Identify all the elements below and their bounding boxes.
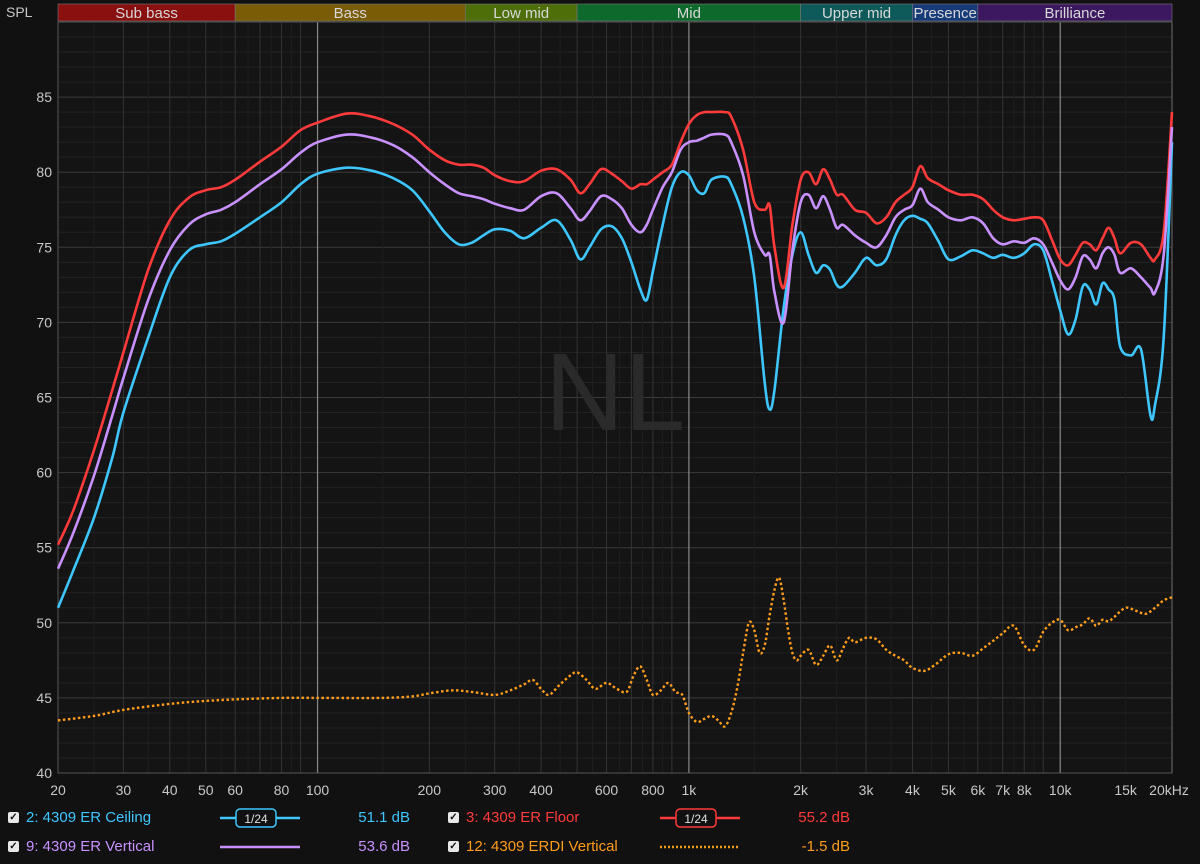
checkbox-icon[interactable]: ✓ — [8, 841, 19, 852]
watermark: NL — [545, 331, 686, 454]
legend-item-ceiling[interactable]: ✓ 2: 4309 ER Ceiling 1/24 51.1 dB — [0, 804, 440, 832]
smoothing-label: 1/24 — [684, 812, 708, 826]
legend-item-floor[interactable]: ✓ 3: 4309 ER Floor 1/24 55.2 dB — [440, 804, 880, 832]
y-tick-label: 45 — [36, 690, 52, 706]
y-tick-label: 50 — [36, 615, 52, 631]
legend-series-value: 51.1 dB — [358, 809, 410, 826]
x-tick-label: 100 — [306, 782, 330, 798]
legend-series-value: -1.5 dB — [801, 838, 850, 855]
y-tick-label: 65 — [36, 390, 52, 406]
y-tick-label: 40 — [36, 765, 52, 781]
y-axis-label: SPL — [6, 4, 33, 20]
x-tick-label: 200 — [418, 782, 442, 798]
frequency-response-chart: SPL Sub bass Bass Low mid Mid Upper mid Prese… — [0, 0, 1200, 800]
x-tick-label: 5k — [941, 782, 957, 798]
y-tick-label: 70 — [36, 314, 52, 330]
x-tick-label: 8k — [1017, 782, 1033, 798]
x-tick-label: 2k — [793, 782, 809, 798]
x-tick-label: 1k — [681, 782, 697, 798]
legend-item-vertical[interactable]: ✓ 9: 4309 ER Vertical 53.6 dB — [0, 833, 440, 861]
band-label: Brilliance — [1044, 5, 1105, 22]
x-tick-label: 300 — [483, 782, 507, 798]
line-sample-vertical — [220, 845, 300, 849]
x-tick-label: 7k — [995, 782, 1011, 798]
x-tick-label: 400 — [529, 782, 553, 798]
legend-item-erdi-vertical[interactable]: ✓ 12: 4309 ERDI Vertical -1.5 dB — [440, 833, 880, 861]
y-tick-label: 55 — [36, 540, 52, 556]
x-tick-label: 30 — [116, 782, 132, 798]
x-tick-label: 50 — [198, 782, 214, 798]
frequency-bands: Sub bass Bass Low mid Mid Upper mid Presence B… — [57, 3, 1173, 22]
y-tick-label: 60 — [36, 465, 52, 481]
x-tick-label: 600 — [595, 782, 619, 798]
line-sample-ceiling: 1/24 — [220, 808, 300, 828]
x-tick-label: 6k — [970, 782, 986, 798]
x-tick-label: 3k — [859, 782, 875, 798]
x-tick-label: 800 — [641, 782, 665, 798]
legend-series-name: 12: 4309 ERDI Vertical — [466, 838, 618, 855]
legend-series-value: 53.6 dB — [358, 838, 410, 855]
smoothing-label: 1/24 — [244, 812, 268, 826]
x-tick-label: 10k — [1049, 782, 1073, 798]
y-tick-label: 75 — [36, 239, 52, 255]
x-tick-label: 40 — [162, 782, 178, 798]
band-label: Upper mid — [822, 5, 891, 22]
y-tick-label: 80 — [36, 164, 52, 180]
checkbox-icon[interactable]: ✓ — [8, 812, 19, 823]
band-label: Presence — [913, 5, 976, 22]
band-label: Bass — [334, 5, 367, 22]
x-tick-label: 4k — [905, 782, 921, 798]
band-label: Mid — [677, 5, 701, 22]
legend-series-name: 2: 4309 ER Ceiling — [26, 809, 152, 826]
y-tick-label: 85 — [36, 89, 52, 105]
legend-series-name: 3: 4309 ER Floor — [466, 809, 580, 826]
band-label: Low mid — [493, 5, 549, 22]
x-tick-label: 15k — [1114, 782, 1138, 798]
checkbox-icon[interactable]: ✓ — [448, 841, 459, 852]
x-tick-label: 80 — [274, 782, 290, 798]
x-tick-label: 20kHz — [1149, 782, 1189, 798]
checkbox-icon[interactable]: ✓ — [448, 812, 459, 823]
legend-series-name: 9: 4309 ER Vertical — [26, 838, 155, 855]
band-label: Sub bass — [115, 5, 178, 22]
line-sample-floor: 1/24 — [660, 808, 740, 828]
line-sample-erdi — [660, 845, 740, 849]
x-tick-label: 20 — [50, 782, 66, 798]
legend-series-value: 55.2 dB — [798, 809, 850, 826]
legend: ✓ 2: 4309 ER Ceiling 1/24 51.1 dB ✓ 3: 4… — [0, 800, 1200, 864]
x-tick-label: 60 — [227, 782, 243, 798]
